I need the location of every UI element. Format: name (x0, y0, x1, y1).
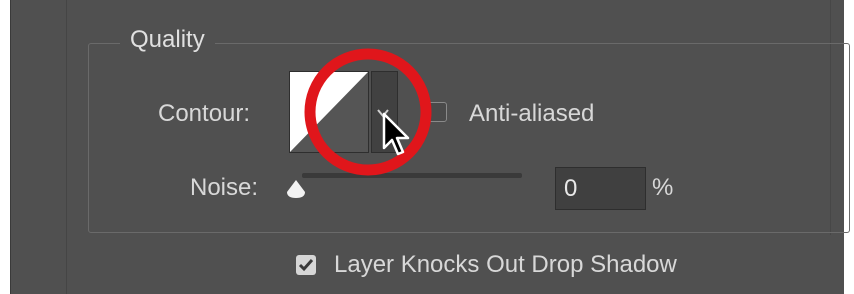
contour-label: Contour: (158, 100, 251, 127)
chevron-down-icon (377, 109, 389, 118)
contour-curve-thumbnail (290, 72, 368, 152)
slider-thumb-icon[interactable] (285, 178, 307, 200)
quality-section-title: Quality (120, 26, 215, 54)
contour-preview[interactable] (289, 71, 369, 153)
noise-unit-label: % (652, 174, 674, 201)
noise-label: Noise: (190, 174, 259, 201)
panel-column-divider (66, 0, 67, 294)
anti-aliased-label[interactable]: Anti-aliased (469, 100, 594, 128)
panel-edge-left (10, 0, 11, 294)
noise-slider-track[interactable] (302, 173, 522, 178)
layer-knocks-out-checkbox[interactable] (296, 255, 316, 275)
noise-value-input[interactable]: 0 (555, 167, 646, 210)
quality-group-box (88, 43, 850, 233)
anti-aliased-checkbox[interactable] (427, 102, 447, 122)
layer-knocks-out-label[interactable]: Layer Knocks Out Drop Shadow (334, 251, 677, 279)
checkmark-icon (298, 259, 314, 272)
